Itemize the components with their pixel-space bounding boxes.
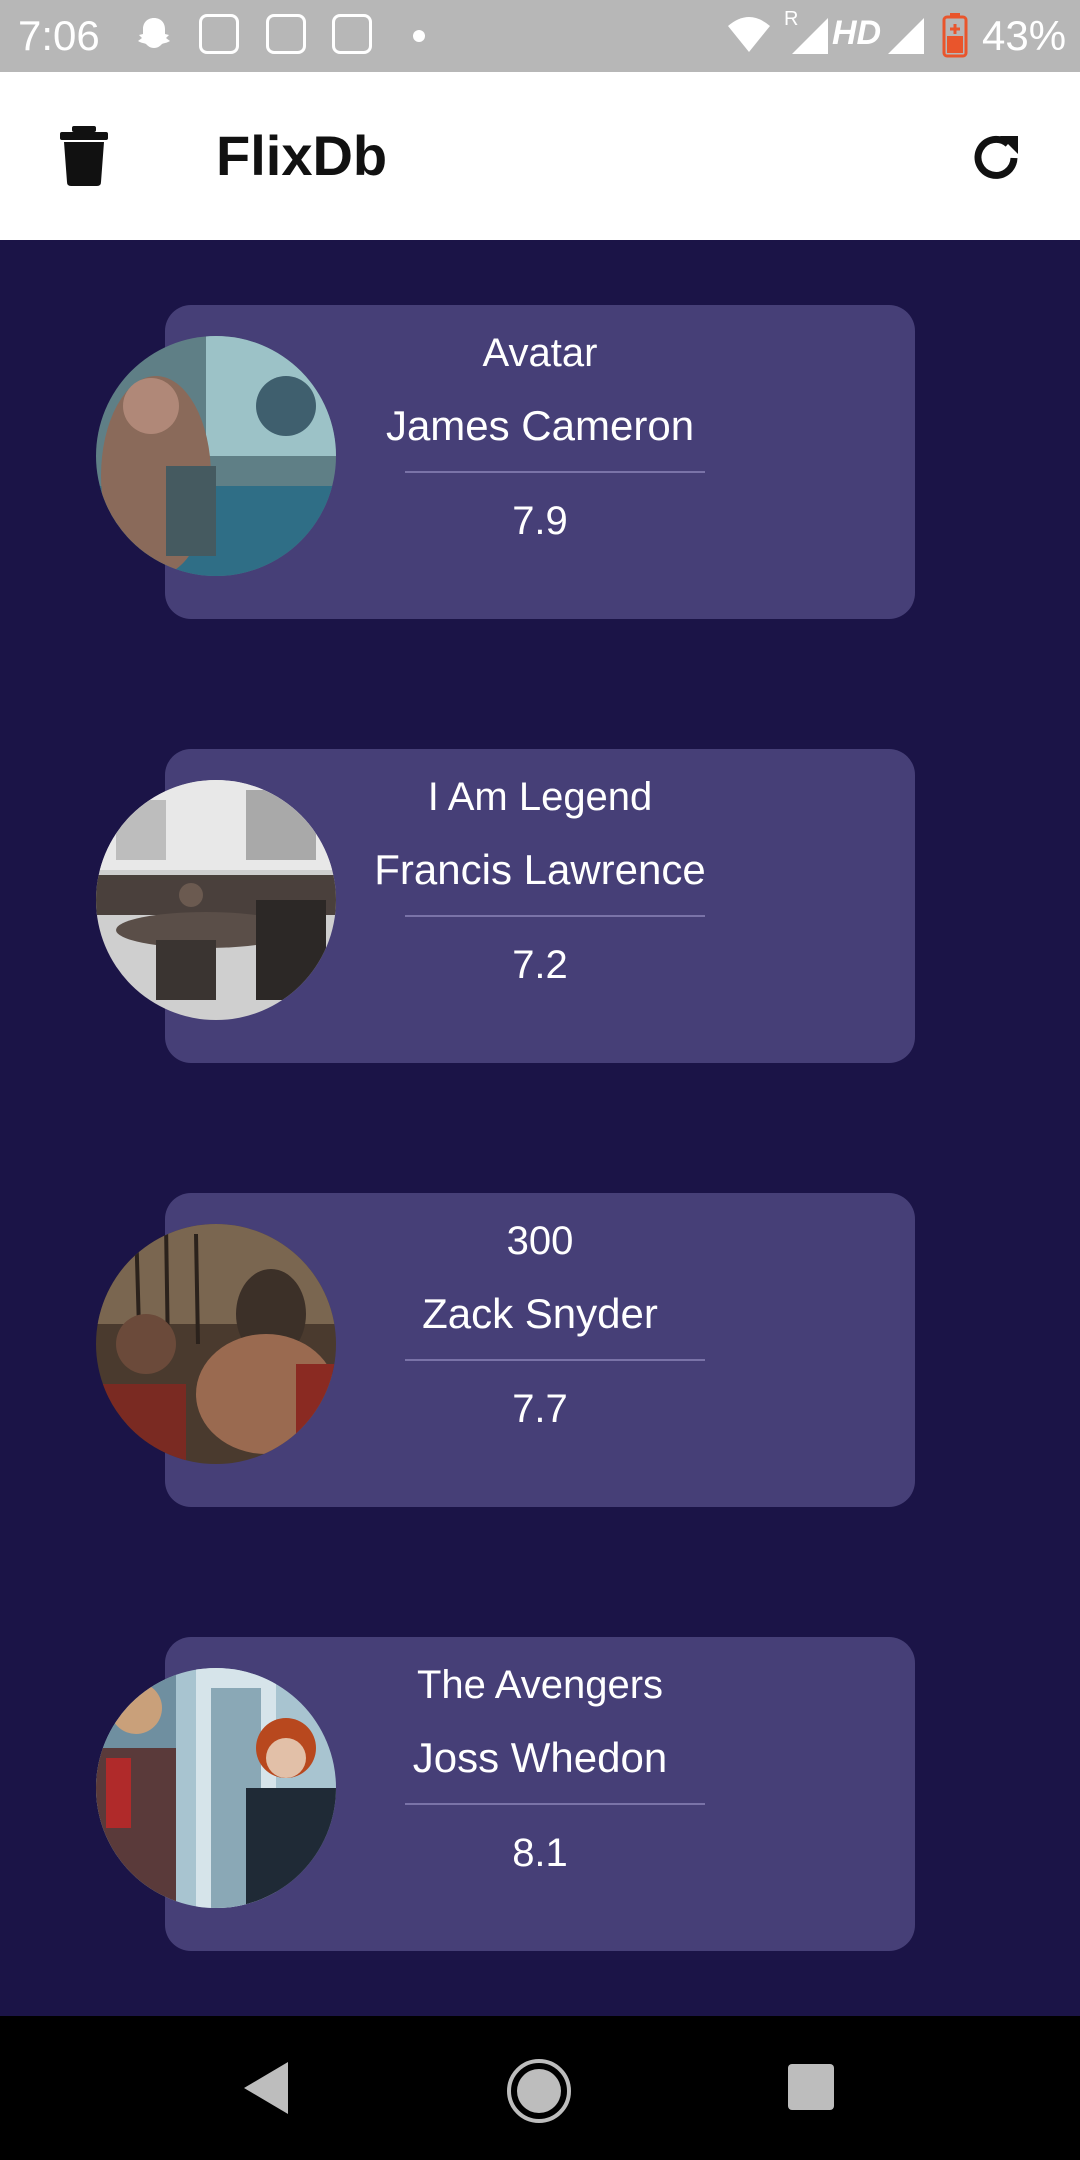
movie-director: James Cameron (385, 402, 695, 449)
app-bar: FlixDb (0, 72, 1080, 240)
status-time: 7:06 (18, 12, 100, 59)
recents-square-icon[interactable] (788, 2064, 834, 2110)
signal-icon (792, 18, 828, 54)
movie-rating: 7.7 (512, 1387, 568, 1431)
movie-director: Joss Whedon (412, 1734, 668, 1781)
card-divider (405, 1803, 705, 1805)
card-divider (405, 471, 705, 473)
wifi-icon (728, 17, 770, 52)
movie-title: Avatar (482, 331, 598, 375)
card-divider (405, 915, 705, 917)
status-bar: 7:06 R HD 43% (0, 0, 1080, 72)
movie-rating: 7.2 (512, 943, 568, 987)
movie-title: 300 (506, 1219, 574, 1263)
movie-title: The Avengers (416, 1663, 664, 1707)
navigation-bar (0, 2016, 1080, 2160)
movie-list[interactable]: Avatar James Cameron 7.9 I Am Legend Fra… (0, 240, 1080, 2016)
notification-calc-icon (332, 14, 372, 54)
trash-icon[interactable] (56, 126, 112, 186)
refresh-icon[interactable] (966, 128, 1026, 188)
movie-rating: 7.9 (512, 499, 568, 543)
battery-percent: 43% (982, 12, 1067, 59)
back-triangle-icon[interactable] (242, 2060, 290, 2116)
card-divider (405, 1359, 705, 1361)
snapchat-icon (138, 18, 170, 48)
movie-director: Francis Lawrence (374, 846, 706, 893)
hd-indicator: HD (832, 14, 882, 52)
notification-dot-icon (413, 30, 425, 42)
home-circle-icon[interactable] (506, 2058, 572, 2124)
movie-rating: 8.1 (512, 1831, 568, 1875)
signal-icon (888, 18, 924, 54)
app-title: FlixDb (216, 124, 388, 187)
movie-title: I Am Legend (427, 775, 653, 819)
movie-director: Zack Snyder (422, 1290, 658, 1337)
notification-calc-icon (199, 14, 239, 54)
battery-icon (942, 13, 968, 58)
notification-calc-icon (266, 14, 306, 54)
